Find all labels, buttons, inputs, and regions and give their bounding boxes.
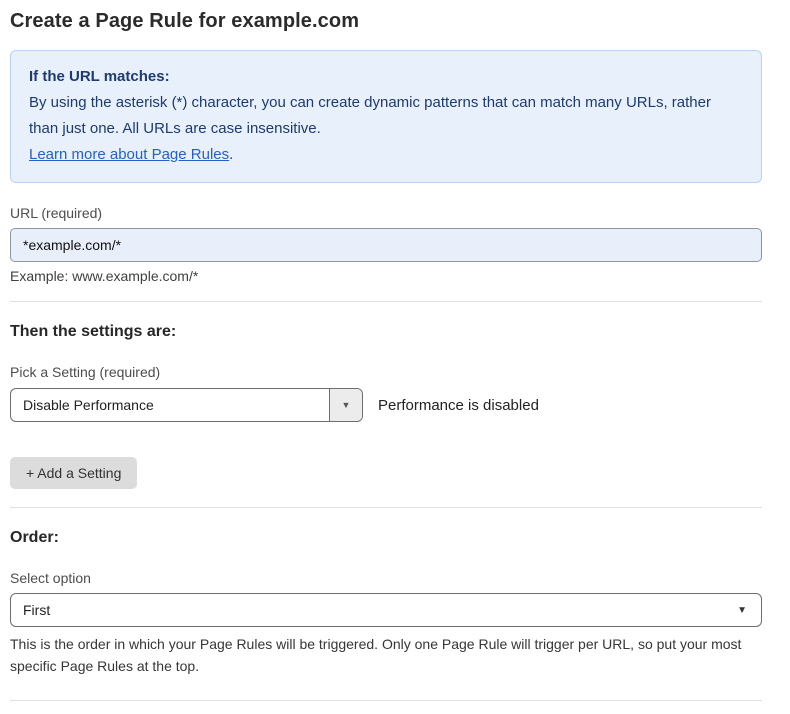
url-match-info-box: If the URL matches: By using the asteris… — [10, 50, 762, 183]
setting-select-arrow-button[interactable]: ▼ — [329, 389, 362, 421]
setting-row: Disable Performance ▼ Performance is dis… — [10, 388, 762, 422]
info-box-body: By using the asterisk (*) character, you… — [29, 90, 743, 142]
setting-select[interactable]: Disable Performance ▼ — [10, 388, 363, 422]
settings-heading: Then the settings are: — [10, 323, 762, 341]
caret-down-icon: ▼ — [737, 605, 747, 616]
section-divider — [10, 301, 762, 302]
page-rule-form: Create a Page Rule for example.com If th… — [10, 0, 762, 714]
url-label: URL (required) — [10, 205, 762, 221]
info-box-heading: If the URL matches: — [29, 64, 743, 90]
page-title: Create a Page Rule for example.com — [10, 10, 762, 33]
order-select[interactable]: First ▼ — [10, 593, 762, 627]
order-select-label: Select option — [10, 570, 762, 586]
section-divider — [10, 507, 762, 508]
url-example: Example: www.example.com/* — [10, 268, 762, 284]
info-box-link-line: Learn more about Page Rules. — [29, 142, 743, 168]
order-help-text: This is the order in which your Page Rul… — [10, 633, 752, 677]
url-input[interactable] — [10, 228, 762, 262]
setting-picker-label: Pick a Setting (required) — [10, 364, 762, 380]
order-select-value: First — [23, 602, 50, 618]
footer-divider — [10, 700, 762, 701]
caret-down-icon: ▼ — [342, 400, 351, 410]
order-heading: Order: — [10, 529, 762, 547]
setting-status-text: Performance is disabled — [378, 397, 539, 414]
learn-more-link[interactable]: Learn more about Page Rules — [29, 146, 229, 163]
add-setting-button[interactable]: + Add a Setting — [10, 457, 137, 489]
link-suffix: . — [229, 146, 233, 163]
setting-select-value: Disable Performance — [11, 389, 329, 421]
